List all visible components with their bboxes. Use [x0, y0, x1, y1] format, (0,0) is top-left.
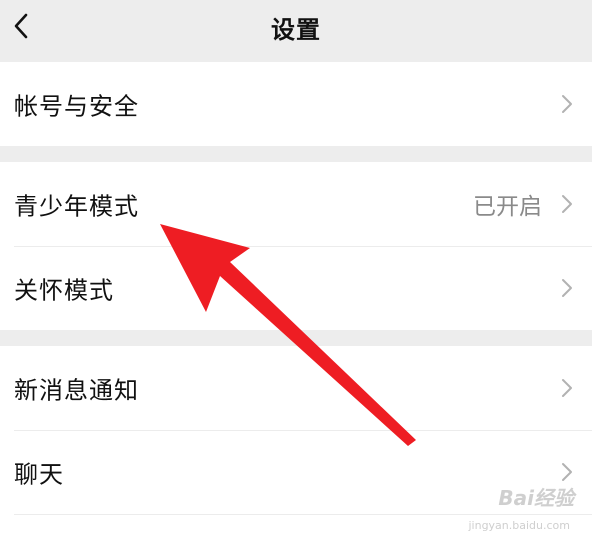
settings-item-account-security[interactable]: 帐号与安全 [0, 62, 592, 146]
settings-item-label: 聊天 [14, 460, 64, 489]
settings-item-label: 帐号与安全 [14, 92, 139, 121]
nav-bar: 设置 [0, 0, 592, 62]
chevron-right-icon [560, 93, 574, 115]
chevron-right-icon [560, 377, 574, 399]
settings-group-notifications: 新消息通知 聊天 [0, 346, 592, 546]
settings-item-label: 青少年模式 [14, 192, 139, 221]
settings-item-care-mode[interactable]: 关怀模式 [0, 246, 592, 330]
chevron-right-icon [560, 193, 574, 215]
settings-page: 设置 帐号与安全 青少年模式 已开启 关怀模式 新消息通知 聊天 Bai经验 j… [0, 0, 592, 546]
settings-group-modes: 青少年模式 已开启 关怀模式 [0, 162, 592, 330]
chevron-right-icon [560, 461, 574, 483]
settings-item-teen-mode[interactable]: 青少年模式 已开启 [0, 162, 592, 246]
settings-item-value: 已开启 [473, 194, 542, 220]
page-title: 设置 [271, 16, 321, 44]
settings-item-label: 新消息通知 [14, 376, 139, 405]
settings-group-account: 帐号与安全 [0, 62, 592, 146]
settings-item-chat[interactable]: 聊天 [0, 430, 592, 514]
settings-item-partial [0, 514, 592, 546]
settings-item-label: 关怀模式 [14, 276, 114, 305]
settings-item-new-message-notification[interactable]: 新消息通知 [0, 346, 592, 430]
chevron-right-icon [560, 277, 574, 299]
